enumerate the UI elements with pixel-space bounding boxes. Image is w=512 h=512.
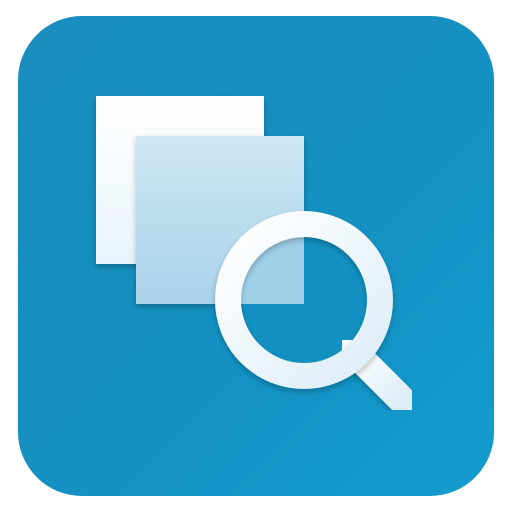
app-icon-graphic: [18, 16, 494, 496]
app-icon[interactable]: [0, 0, 512, 512]
